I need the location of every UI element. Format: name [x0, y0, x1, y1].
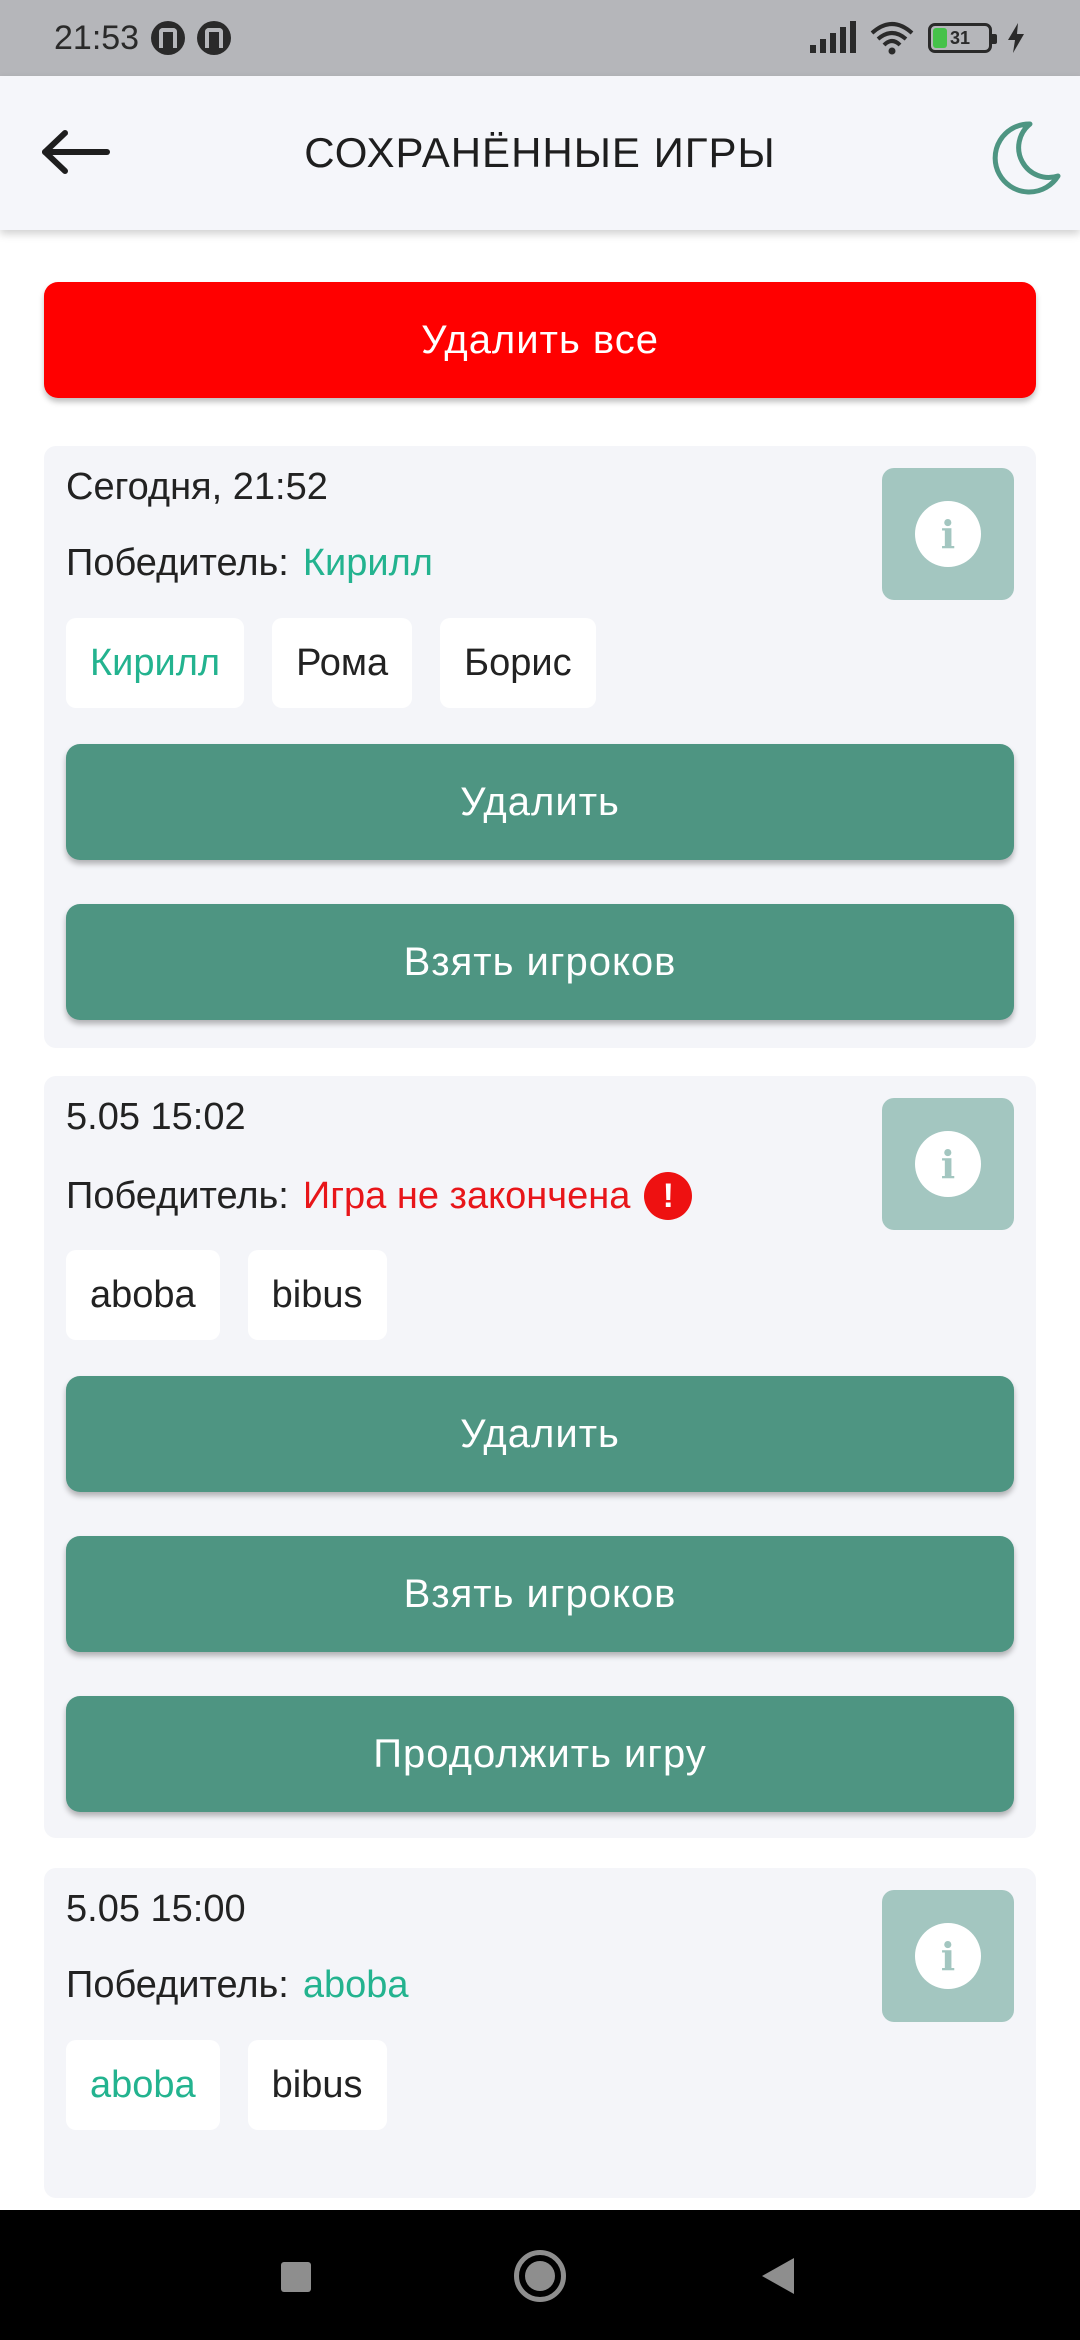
info-button[interactable]: i	[882, 1890, 1014, 2022]
battery-level: 31	[949, 27, 971, 48]
notification-app-icon	[151, 21, 186, 55]
arrow-left-icon	[42, 130, 110, 174]
take-players-button[interactable]: Взять игроков	[66, 1536, 1014, 1652]
delete-all-button[interactable]: Удалить все	[44, 282, 1036, 398]
winner-name: Кирилл	[302, 542, 433, 584]
take-players-button[interactable]: Взять игроков	[66, 904, 1014, 1020]
game-card: 5.05 15:00 Победитель: aboba i aboba bib…	[44, 1868, 1036, 2198]
winner-label: Победитель:	[66, 542, 289, 584]
winner-label: Победитель:	[66, 1964, 289, 2006]
player-chip: Кирилл	[66, 618, 245, 708]
status-right: 31	[808, 21, 1026, 55]
player-chips: aboba bibus	[66, 1250, 387, 1340]
info-icon: i	[915, 501, 981, 567]
game-date: Сегодня, 21:52	[66, 466, 328, 508]
player-chips: Кирилл Рома Борис	[66, 618, 596, 708]
player-chip: bibus	[247, 1250, 387, 1340]
status-left: 21:53	[54, 18, 232, 58]
theme-toggle-button[interactable]	[982, 118, 1062, 198]
player-chip: bibus	[247, 2040, 387, 2130]
recents-button[interactable]	[281, 2262, 311, 2292]
winner-row: Победитель: aboba	[66, 1964, 409, 2007]
delete-game-button[interactable]: Удалить	[66, 744, 1014, 860]
winner-name: aboba	[302, 1964, 409, 2006]
exclamation-icon: !	[644, 1172, 693, 1220]
game-card: Сегодня, 21:52 Победитель: Кирилл i Кири…	[44, 446, 1036, 1048]
home-button[interactable]	[514, 2250, 566, 2302]
game-unfinished-status: Игра не закончена	[302, 1174, 631, 1217]
info-icon: i	[915, 1923, 981, 1989]
game-date: 5.05 15:00	[66, 1888, 246, 1930]
info-button[interactable]: i	[882, 468, 1014, 600]
info-icon: i	[915, 1131, 981, 1197]
status-time: 21:53	[54, 18, 140, 57]
back-button[interactable]	[40, 122, 112, 182]
system-back-button[interactable]	[762, 2258, 794, 2294]
notification-app-icon	[197, 21, 232, 55]
status-bar: 21:53 31	[0, 0, 1080, 76]
signal-icon	[810, 21, 856, 53]
player-chip: Рома	[272, 618, 413, 708]
delete-game-button[interactable]: Удалить	[66, 1376, 1014, 1492]
moon-icon	[992, 121, 1061, 195]
page-title: СОХРАНЁННЫЕ ИГРЫ	[304, 129, 776, 176]
player-chips: aboba bibus	[66, 2040, 387, 2130]
wifi-icon	[870, 22, 914, 55]
system-nav-bar	[0, 2210, 1080, 2340]
app-bar: СОХРАНЁННЫЕ ИГРЫ	[0, 76, 1080, 230]
charging-icon	[1008, 23, 1024, 53]
player-chip: aboba	[66, 2040, 220, 2130]
continue-game-button[interactable]: Продолжить игру	[66, 1696, 1014, 1812]
info-button[interactable]: i	[882, 1098, 1014, 1230]
game-date: 5.05 15:02	[66, 1096, 246, 1138]
winner-label: Победитель:	[66, 1174, 289, 1217]
game-card: 5.05 15:02 Победитель: Игра не закончена…	[44, 1076, 1036, 1838]
winner-row: Победитель: Игра не закончена !	[66, 1172, 693, 1220]
winner-row: Победитель: Кирилл	[66, 542, 433, 585]
player-chip: Борис	[440, 618, 596, 708]
saved-games-list[interactable]: Удалить все Сегодня, 21:52 Победитель: К…	[0, 230, 1080, 2210]
battery-indicator: 31	[928, 23, 997, 53]
player-chip: aboba	[66, 1250, 220, 1340]
